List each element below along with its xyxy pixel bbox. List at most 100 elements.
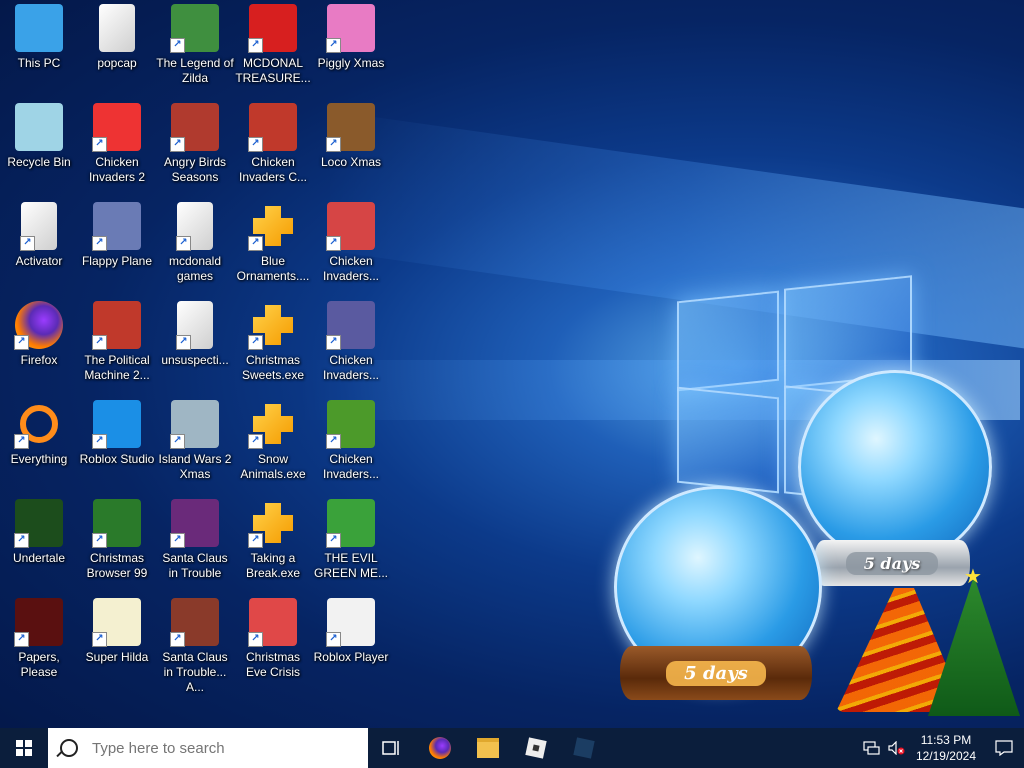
installer-icon: ↗	[248, 202, 297, 251]
desktop-icon-label: Angry Birds Seasons	[163, 155, 227, 184]
desktop-icon[interactable]: ↗ Santa Claus in Trouble... A...	[156, 594, 234, 695]
desktop-icon[interactable]: ↗ Angry Birds Seasons	[156, 99, 234, 185]
shortcut-arrow-icon: ↗	[170, 38, 185, 53]
desktop-icon[interactable]: ↗ Roblox Player	[312, 594, 390, 665]
desktop-icon[interactable]: ↗ Christmas Sweets.exe	[234, 297, 312, 383]
desktop-icon-label: Super Hilda	[85, 650, 149, 664]
desktop-icon[interactable]: ↗ Chicken Invaders 2	[78, 99, 156, 185]
network-button[interactable]	[860, 728, 884, 768]
installer-icon: ↗	[248, 499, 297, 548]
santa-icon: ↗	[170, 598, 219, 647]
snow-globe-widget[interactable]	[798, 370, 992, 564]
desktop-icon[interactable]: ↗ THE EVIL GREEN ME...	[312, 495, 390, 581]
roblox-icon	[525, 737, 547, 759]
desktop-icon[interactable]: ↗ Papers, Please	[0, 594, 78, 680]
desktop-icon[interactable]: ↗ The Legend of Zilda	[156, 0, 234, 86]
task-view-button[interactable]	[368, 728, 416, 768]
desktop-icon-label: Flappy Plane	[81, 254, 153, 268]
desktop-icon[interactable]: ↗ MCDONAL TREASURE...	[234, 0, 312, 86]
desktop-icon[interactable]: ↗ Taking a Break.exe	[234, 495, 312, 581]
chicken-green-icon: ↗	[326, 400, 375, 449]
action-center-button[interactable]	[984, 728, 1024, 768]
desktop-icon-label: Chicken Invaders C...	[238, 155, 308, 184]
clock-date: 12/19/2024	[915, 749, 976, 763]
desktop-icon-label: mcdonald games	[168, 254, 222, 283]
roblox-studio-icon	[573, 737, 595, 759]
countdown-base: 5 days	[620, 646, 812, 700]
spaceship-icon: ↗	[326, 301, 375, 350]
folder-icon	[99, 4, 135, 52]
search-input[interactable]	[90, 738, 344, 758]
desktop-icon[interactable]: ↗ mcdonald games	[156, 198, 234, 284]
shortcut-arrow-icon: ↗	[92, 137, 107, 152]
desktop-icon[interactable]: ↗ Christmas Browser 99	[78, 495, 156, 581]
desktop-icon-label: Piggly Xmas	[317, 56, 385, 70]
roblox-studio-icon: ↗	[92, 400, 141, 449]
desktop-icon-label: Island Wars 2 Xmas	[158, 452, 232, 481]
firefox-taskbar-button[interactable]	[416, 728, 464, 768]
task-view-icon	[382, 741, 399, 755]
chicken-icon: ↗	[92, 103, 141, 152]
island-icon: ↗	[170, 400, 219, 449]
roblox-studio-taskbar-button[interactable]	[560, 728, 608, 768]
desktop-icon[interactable]: popcap	[78, 0, 156, 71]
shortcut-arrow-icon: ↗	[170, 434, 185, 449]
file-icon: ↗	[176, 202, 213, 251]
desktop-icon[interactable]: ↗ Snow Animals.exe	[234, 396, 312, 482]
desktop-icon[interactable]: ↗ Roblox Studio	[78, 396, 156, 467]
taskbar-clock[interactable]: 11:53 PM 12/19/2024	[908, 732, 984, 764]
desktop-icon-label: MCDONAL TREASURE...	[235, 56, 311, 85]
desktop-icon[interactable]: ↗ Activator	[0, 198, 78, 269]
start-button[interactable]	[0, 728, 48, 768]
installer-icon: ↗	[248, 301, 297, 350]
desktop-icon-label: This PC	[17, 56, 61, 70]
teddy-bear-icon: ↗	[326, 103, 375, 152]
desktop-icon-label: Papers, Please	[18, 650, 60, 679]
magnifier-icon: ↗	[14, 400, 63, 449]
wallpaper-windows-logo-pane	[677, 290, 779, 392]
desktop-icon[interactable]: This PC	[0, 0, 78, 71]
desktop-icon[interactable]: ↗ Firefox	[0, 297, 78, 368]
volume-button[interactable]	[884, 728, 908, 768]
desktop-icon-label: Loco Xmas	[320, 155, 382, 169]
desktop-icon[interactable]: ↗ Island Wars 2 Xmas	[156, 396, 234, 482]
desktop-icon[interactable]: ↗ Loco Xmas	[312, 99, 390, 170]
search-icon	[60, 739, 78, 757]
shortcut-arrow-icon: ↗	[248, 434, 263, 449]
shortcut-arrow-icon: ↗	[248, 533, 263, 548]
papers-please-icon: ↗	[14, 598, 63, 647]
desktop-icon[interactable]: Recycle Bin	[0, 99, 78, 170]
desktop-icon[interactable]: ↗ Christmas Eve Crisis	[234, 594, 312, 680]
desktop-icon-label: Everything	[10, 452, 68, 466]
desktop-icon[interactable]: ↗ Super Hilda	[78, 594, 156, 665]
santa-face-icon: ↗	[248, 598, 297, 647]
desktop-icon[interactable]: ↗ Everything	[0, 396, 78, 467]
undertale-icon: ↗	[14, 499, 63, 548]
msn-icon: ↗	[326, 499, 375, 548]
desktop-icon[interactable]: ↗ Piggly Xmas	[312, 0, 390, 71]
desktop-icon[interactable]: ↗ Chicken Invaders...	[312, 198, 390, 284]
desktop-icon[interactable]: ↗ Chicken Invaders C...	[234, 99, 312, 185]
volume-muted-icon	[888, 741, 905, 755]
desktop-icon[interactable]: ↗ unsuspecti...	[156, 297, 234, 368]
santa-icon: ↗	[170, 499, 219, 548]
shortcut-arrow-icon: ↗	[248, 632, 263, 647]
desktop-icon[interactable]: ↗ Flappy Plane	[78, 198, 156, 269]
shortcut-arrow-icon: ↗	[326, 632, 341, 647]
file-explorer-button[interactable]	[464, 728, 512, 768]
desktop-icon[interactable]: ↗ Chicken Invaders...	[312, 396, 390, 482]
desktop-icon[interactable]: ↗ Undertale	[0, 495, 78, 566]
desktop-icon-label: Chicken Invaders...	[322, 353, 380, 382]
shortcut-arrow-icon: ↗	[14, 632, 29, 647]
desktop-icon[interactable]: ↗ Blue Ornaments....	[234, 198, 312, 284]
desktop-icon-label: Snow Animals.exe	[240, 452, 306, 481]
shortcut-arrow-icon: ↗	[92, 236, 107, 251]
desktop-icon[interactable]: ↗ Chicken Invaders...	[312, 297, 390, 383]
mcdonalds-icon: ↗	[248, 4, 297, 53]
roblox-taskbar-button[interactable]	[512, 728, 560, 768]
shortcut-arrow-icon: ↗	[326, 137, 341, 152]
taskbar: 11:53 PM 12/19/2024	[0, 728, 1024, 768]
desktop-icon[interactable]: ↗ Santa Claus in Trouble	[156, 495, 234, 581]
desktop-icon[interactable]: ↗ The Political Machine 2...	[78, 297, 156, 383]
taskbar-search[interactable]	[48, 728, 368, 768]
